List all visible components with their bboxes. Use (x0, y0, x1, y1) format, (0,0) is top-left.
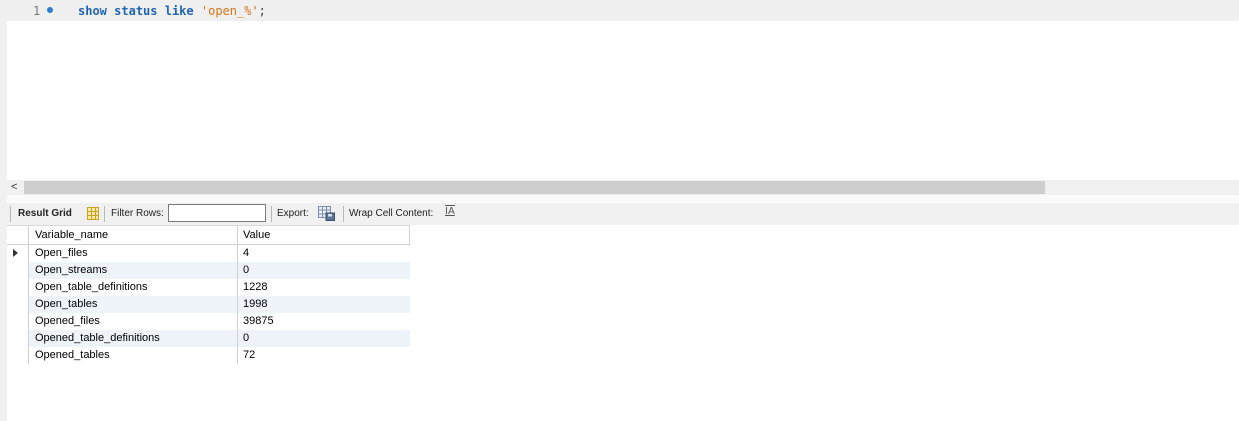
statement-marker-icon (47, 7, 53, 13)
grid-layout-icon[interactable] (87, 207, 99, 220)
cell-value[interactable]: 4 (238, 245, 410, 262)
column-header-value[interactable]: Value (238, 226, 410, 244)
cell-variable-name[interactable]: Open_files (29, 245, 238, 262)
editor-horizontal-scrollbar[interactable]: < (7, 180, 1239, 195)
grid-header-row: Variable_name Value (7, 225, 410, 245)
editor-line-1[interactable]: 1 show status like 'open_%'; (7, 0, 1239, 21)
filter-rows-label: Filter Rows: (111, 208, 164, 219)
cell-variable-name[interactable]: Open_streams (29, 262, 238, 279)
toolbar-separator (10, 206, 11, 222)
line-number: 1 (33, 4, 41, 18)
result-area: Variable_name Value Open_files 4 Open_st… (7, 225, 1239, 421)
filter-rows-input[interactable] (168, 204, 266, 222)
sql-keyword: status (114, 4, 158, 18)
result-grid-tab[interactable]: Result Grid (18, 208, 72, 219)
table-row[interactable]: Opened_files 39875 (7, 313, 410, 330)
table-row[interactable]: Open_files 4 (7, 245, 410, 262)
cell-value[interactable]: 72 (238, 347, 410, 364)
column-header-variable-name[interactable]: Variable_name (29, 226, 238, 244)
table-row[interactable]: Opened_tables 72 (7, 347, 410, 364)
sql-statement[interactable]: show status like 'open_%'; (78, 4, 266, 18)
row-header[interactable] (7, 347, 29, 364)
left-panel-edge (0, 0, 7, 421)
panel-divider (7, 195, 1239, 203)
cell-value[interactable]: 0 (238, 262, 410, 279)
export-label: Export: (277, 208, 309, 219)
cell-value[interactable]: 1228 (238, 279, 410, 296)
cell-variable-name[interactable]: Open_table_definitions (29, 279, 238, 296)
scrollbar-thumb[interactable] (24, 181, 1045, 194)
row-header-corner (7, 226, 29, 244)
cell-value[interactable]: 1998 (238, 296, 410, 313)
cell-value[interactable]: 39875 (238, 313, 410, 330)
sql-keyword: like (164, 4, 194, 18)
row-header[interactable] (7, 245, 29, 262)
cell-variable-name[interactable]: Opened_files (29, 313, 238, 330)
scroll-left-arrow-icon[interactable]: < (11, 180, 17, 195)
row-header[interactable] (7, 262, 29, 279)
result-grid: Variable_name Value Open_files 4 Open_st… (7, 225, 410, 364)
table-row[interactable]: Open_table_definitions 1228 (7, 279, 410, 296)
table-row[interactable]: Opened_table_definitions 0 (7, 330, 410, 347)
toolbar-separator (104, 206, 105, 222)
toolbar-separator (271, 206, 272, 222)
cell-variable-name[interactable]: Opened_table_definitions (29, 330, 238, 347)
sql-editor[interactable]: 1 show status like 'open_%'; (7, 0, 1239, 180)
export-icon[interactable] (318, 206, 335, 221)
table-row[interactable]: Open_tables 1998 (7, 296, 410, 313)
cell-variable-name[interactable]: Opened_tables (29, 347, 238, 364)
toolbar-separator (343, 206, 344, 222)
result-toolbar: Result Grid Filter Rows: Export: Wrap Ce… (7, 203, 1239, 225)
wrap-cell-content-label: Wrap Cell Content: (349, 208, 434, 219)
current-row-arrow-icon (13, 249, 18, 257)
cell-value[interactable]: 0 (238, 330, 410, 347)
cell-variable-name[interactable]: Open_tables (29, 296, 238, 313)
row-header[interactable] (7, 313, 29, 330)
row-header[interactable] (7, 279, 29, 296)
sql-keyword: show (78, 4, 107, 18)
row-header[interactable] (7, 296, 29, 313)
table-row[interactable]: Open_streams 0 (7, 262, 410, 279)
row-header[interactable] (7, 330, 29, 347)
sql-terminator: ; (258, 4, 266, 18)
sql-string-literal: 'open_%' (200, 4, 259, 18)
wrap-cell-content-icon[interactable]: IA (445, 206, 455, 217)
